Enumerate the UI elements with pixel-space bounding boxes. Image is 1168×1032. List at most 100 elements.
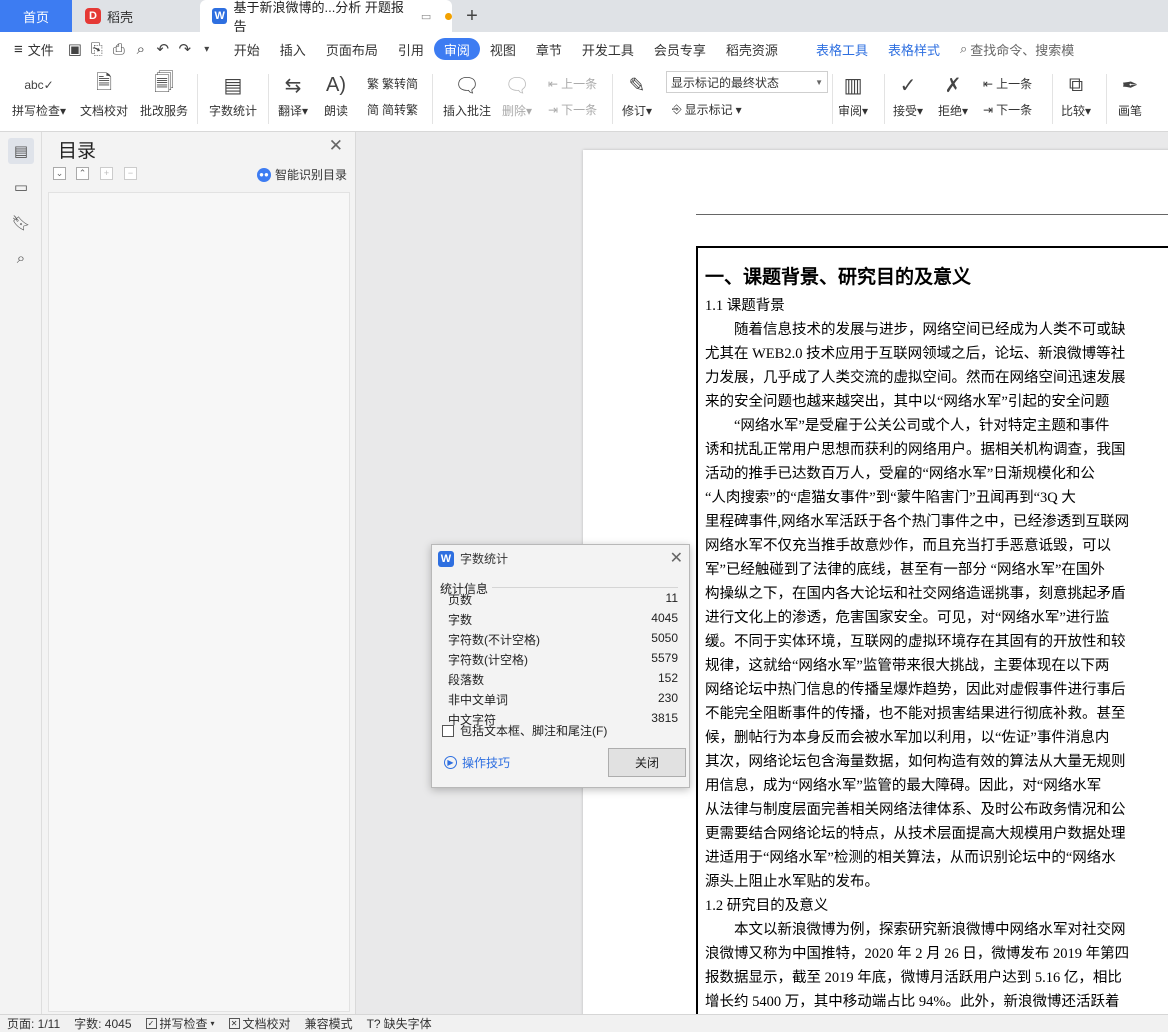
insert-comment-label: 插入批注	[443, 104, 492, 118]
text-line: 用信息，成为“网络水军”监管的最大障碍。因此，对“网络水军	[705, 778, 1102, 794]
chapter-nav-icon[interactable]: ▭	[8, 174, 34, 200]
tab-home-label: 首页	[22, 9, 49, 25]
text-line: 增长约 5400 万，其中移动端占比 94%。此外，新浪微博还活跃着	[705, 994, 1120, 1010]
divider	[1052, 74, 1053, 124]
tab-doke-label: 稻壳	[107, 9, 134, 25]
text-line: “人肉搜索”的“虐猫女事件”到“蒙牛陷害门”丑闻再到“3Q 大	[705, 490, 1076, 506]
close-icon[interactable]: ✕	[670, 548, 683, 568]
page-indicator[interactable]: 页面: 1/11	[0, 1015, 67, 1032]
menu-developer[interactable]: 开发工具	[572, 38, 644, 60]
read-aloud-button[interactable]: A) 朗读	[322, 70, 350, 119]
menu-review[interactable]: 审阅	[433, 38, 480, 60]
trad-to-simp-button[interactable]: 繁繁转简	[367, 75, 418, 92]
compat-mode-status: 兼容模式	[304, 1017, 353, 1031]
search-icon[interactable]: ⌕	[8, 245, 34, 271]
file-menu[interactable]: ≡ 文件	[0, 38, 64, 60]
insert-comment-button[interactable]: 🗨 插入批注	[443, 70, 491, 119]
simp-to-trad-button[interactable]: 简简转繁	[367, 101, 418, 118]
collapse-all-icon[interactable]: ⌄	[53, 167, 66, 180]
file-menu-label: 文件	[27, 42, 54, 58]
new-tab-button[interactable]: +	[462, 0, 482, 32]
menu-member[interactable]: 会员专享	[644, 38, 716, 60]
translate-icon: ⇆	[284, 74, 302, 97]
toc-nav-icon[interactable]: ▤	[8, 138, 34, 164]
accept-button[interactable]: ✓ 接受▾	[893, 70, 923, 119]
menu-start[interactable]: 开始	[224, 38, 270, 60]
more-icon[interactable]: ▾	[196, 38, 218, 60]
markup-display-select[interactable]: 显示标记的最终状态 ▼	[666, 71, 828, 93]
text-line: “网络水军”是受雇于公关公司或个人，针对特定主题和事件	[705, 418, 1110, 434]
show-marks-button[interactable]: ⎆ 显示标记 ▾	[672, 101, 742, 118]
text-line: 构操纵之下，在国内各大论坛和社交网络造谣挑事，刻意挑起矛盾	[705, 586, 1126, 602]
menu-layout[interactable]: 页面布局	[316, 38, 388, 60]
delete-comment-button[interactable]: 🗨 删除▾	[502, 70, 532, 119]
next-comment-icon: ⇥	[548, 102, 559, 117]
pen-button[interactable]: ✒ 画笔	[1116, 70, 1144, 119]
next-change-button[interactable]: ⇥ 下一条	[983, 101, 1032, 118]
text-line: 缓。不同于实体环境，互联网的虚拟环境存在其固有的开放性和较	[705, 634, 1126, 650]
text-line: 本文以新浪微博为例，探索研究新浪微博中网络水军对社交网	[705, 922, 1126, 938]
review-pane-button[interactable]: ▥ 审阅▾	[838, 70, 868, 119]
bookmark-icon[interactable]: 🔖︎	[8, 210, 34, 236]
compare-button[interactable]: ⧉ 比较▾	[1061, 70, 1091, 119]
menu-doke-resources[interactable]: 稻壳资源	[716, 38, 788, 60]
redo-icon[interactable]: ↷	[174, 38, 196, 60]
print-icon[interactable]: ⎙	[108, 38, 130, 60]
tips-link[interactable]: ▶ 操作技巧	[444, 754, 510, 771]
menu-table-tools[interactable]: 表格工具	[806, 38, 878, 60]
next-comment-button[interactable]: ⇥ 下一条	[548, 101, 597, 118]
include-textboxes-checkbox[interactable]: 包括文本框、脚注和尾注(F)	[442, 722, 607, 739]
text-line: 力发展，几乎成了人类交流的虚拟空间。然而在网络空间迅速发展	[705, 370, 1126, 386]
spell-check-button[interactable]: abc✓ 拼写检查▾	[12, 70, 66, 119]
track-changes-button[interactable]: ✎ 修订▾	[622, 70, 652, 119]
stat-label: 页数	[448, 593, 473, 607]
expand-all-icon[interactable]: ⌃	[76, 167, 89, 180]
text-line: 进适用于“网络水军”检测的相关算法，从而识别论坛中的“网络水	[705, 850, 1116, 866]
prev-comment-button[interactable]: ⇤ 上一条	[548, 75, 597, 92]
undo-icon[interactable]: ↶	[152, 38, 174, 60]
text-line: 里程碑事件,网络水军活跃于各个热门事件之中，已经渗透到互联网	[705, 514, 1130, 530]
reject-button[interactable]: ✗ 拒绝▾	[938, 70, 968, 119]
add-heading-icon[interactable]: +	[100, 167, 113, 180]
remove-heading-icon[interactable]: −	[124, 167, 137, 180]
prev-change-button[interactable]: ⇤ 上一条	[983, 75, 1032, 92]
translate-button[interactable]: ⇆ 翻译▾	[278, 70, 308, 119]
word-count-button[interactable]: ▤ 字数统计	[209, 70, 257, 119]
menu-reference[interactable]: 引用	[388, 38, 434, 60]
missing-font-status[interactable]: T? 缺失字体	[360, 1015, 439, 1032]
close-button[interactable]: 关闭	[608, 748, 686, 777]
review-service-button[interactable]: 🗐 批改服务	[140, 70, 188, 119]
menu-insert[interactable]: 插入	[270, 38, 316, 60]
smart-toc-button[interactable]: ●● 智能识别目录	[256, 166, 347, 183]
stat-label: 字符数(计空格)	[448, 653, 528, 667]
screen-icon[interactable]: ▭	[421, 10, 431, 23]
text-line: 报数据显示，截至 2019 年底，微博月活跃用户达到 5.16 亿，相比	[705, 970, 1122, 986]
doc-proof-status[interactable]: ✕ 文档校对	[222, 1015, 298, 1032]
tab-document[interactable]: W 基于新浪微博的...分析 开题报告 ▭	[200, 0, 452, 34]
export-pdf-icon[interactable]: ⎘	[86, 38, 108, 60]
tab-home[interactable]: 首页	[0, 0, 72, 32]
menu-bar: ≡ 文件 ▣ ⎘ ⎙ ⌕ ↶ ↷ ▾ 开始 插入 页面布局 引用 审阅 视图 章…	[0, 32, 1168, 66]
stat-row: 段落数 152	[448, 671, 678, 691]
stat-value: 5579	[651, 651, 678, 665]
document-body[interactable]: 一、课题背景、研究目的及意义 1.1 课题背景 随着信息技术的发展与进步，网络空…	[705, 260, 1168, 1014]
save-icon[interactable]: ▣	[64, 38, 86, 60]
dialog-title: 字数统计	[460, 552, 509, 566]
reject-label: 拒绝	[938, 104, 963, 118]
dialog-titlebar[interactable]: W 字数统计	[438, 550, 508, 567]
word-count-indicator[interactable]: 字数: 4045	[67, 1015, 138, 1032]
doc-proof-button[interactable]: 🗎 文档校对	[80, 70, 128, 119]
menu-view[interactable]: 视图	[480, 38, 526, 60]
word-count-icon: ▤	[223, 74, 243, 97]
tab-doke[interactable]: D 稻壳	[73, 0, 197, 32]
stat-row: 字符数(计空格) 5579	[448, 651, 678, 671]
command-search[interactable]: ⌕ 查找命令、搜索模	[950, 38, 1084, 60]
next-comment-label: 下一条	[561, 103, 598, 117]
print-preview-icon[interactable]: ⌕	[130, 38, 152, 60]
text-line: 诱和扰乱正常用户思想而获利的网络用户。据相关机构调查，我国	[705, 442, 1126, 458]
menu-chapter[interactable]: 章节	[526, 38, 572, 60]
close-icon[interactable]: ✕	[329, 136, 343, 156]
spell-check-status-label: 拼写检查	[159, 1017, 208, 1031]
spell-check-status[interactable]: ✓ 拼写检查 ▾	[139, 1015, 222, 1032]
menu-table-style[interactable]: 表格样式	[878, 38, 950, 60]
